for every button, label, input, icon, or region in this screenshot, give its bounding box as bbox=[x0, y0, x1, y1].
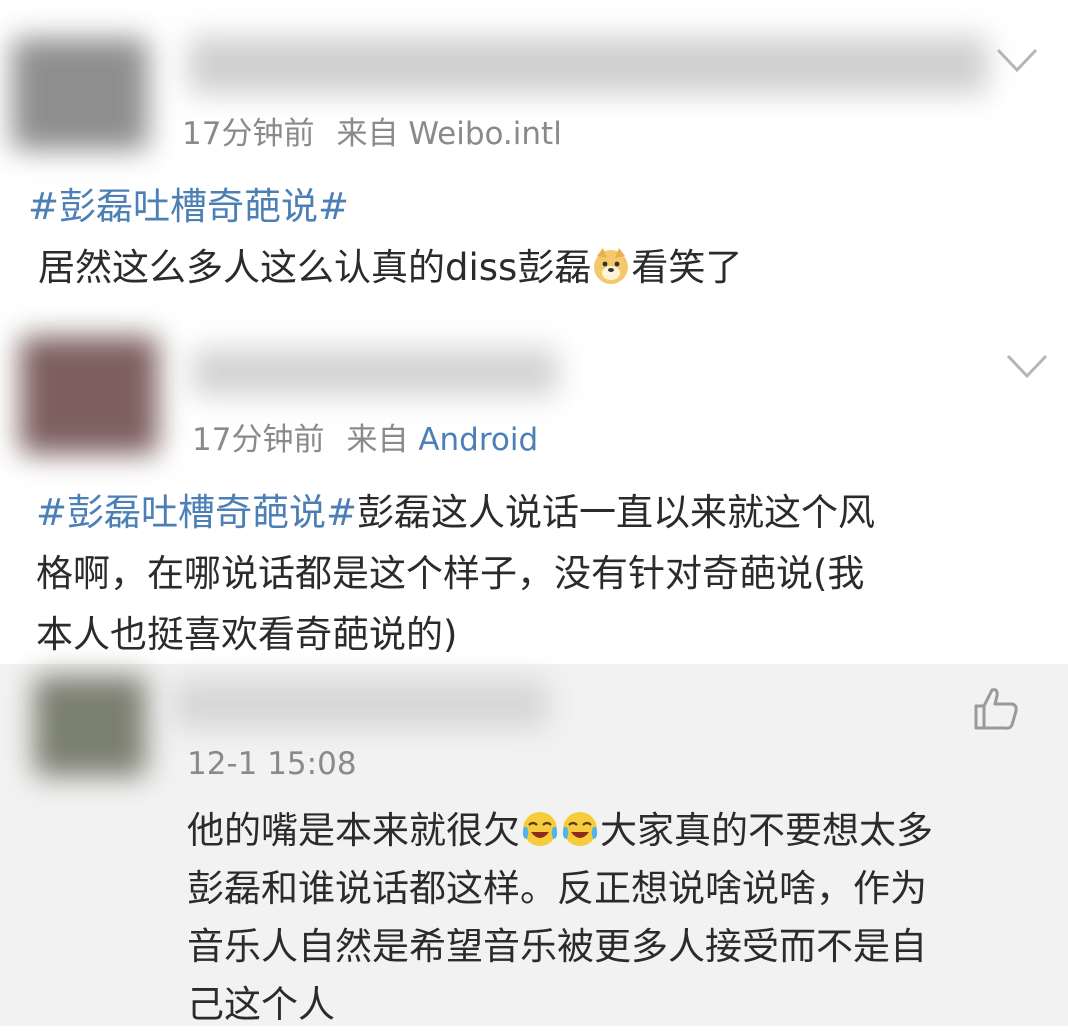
source-link[interactable]: Android bbox=[418, 422, 538, 458]
post-meta: 17分钟前 来自 Weibo.intl bbox=[182, 108, 562, 153]
hashtag-link[interactable]: #彭磊吐槽奇葩说# bbox=[36, 491, 357, 534]
text-segment: 看笑了 bbox=[631, 246, 743, 289]
post-meta: 17分钟前 来自 Android bbox=[192, 414, 538, 459]
avatar[interactable] bbox=[12, 38, 148, 150]
text-line: 音乐人自然是希望音乐被更多人接受而不是自 bbox=[187, 925, 927, 968]
text-line: 本人也挺喜欢看奇葩说的) bbox=[36, 613, 458, 656]
source-name: Weibo.intl bbox=[408, 116, 562, 152]
reply-time: 12-1 15:08 bbox=[187, 746, 357, 782]
comment-text: #彭磊吐槽奇葩说# 居然这么多人这么认真的diss彭磊 看笑了 bbox=[28, 176, 1048, 298]
chevron-down-icon[interactable] bbox=[996, 46, 1038, 76]
text-segment: 他的嘴是本来就很欠 bbox=[187, 809, 520, 852]
chevron-down-icon[interactable] bbox=[1006, 352, 1048, 382]
comment-text: #彭磊吐槽奇葩说#彭磊这人说话一直以来就这个风 格啊，在哪说话都是这个样子，没有… bbox=[36, 482, 1056, 665]
source-prefix: 来自 bbox=[336, 116, 399, 152]
laugh-cry-emoji-icon bbox=[560, 808, 600, 848]
username-blurred[interactable] bbox=[188, 36, 988, 94]
post-time: 17分钟前 bbox=[182, 116, 315, 152]
username-blurred[interactable] bbox=[192, 348, 558, 396]
text-line: 彭磊和谁说话都这样。反正想说啥说啥，作为 bbox=[187, 867, 927, 910]
doge-emoji-icon bbox=[591, 243, 631, 284]
laugh-cry-emoji-icon bbox=[520, 808, 560, 848]
reply-username-blurred[interactable] bbox=[174, 680, 548, 728]
reply-text: 他的嘴是本来就很欠 大家真的不要想太多 彭磊和谁说话都这样。反正想说啥说啥，作为 … bbox=[187, 802, 1047, 1034]
reply-avatar[interactable] bbox=[34, 676, 146, 776]
like-thumb-icon[interactable] bbox=[972, 686, 1020, 732]
text-line: 格啊，在哪说话都是这个样子，没有针对奇葩说(我 bbox=[36, 552, 865, 595]
text-line: 己这个人 bbox=[187, 983, 335, 1026]
text-segment: 居然这么多人这么认真的diss彭磊 bbox=[38, 246, 592, 289]
avatar[interactable] bbox=[20, 336, 158, 454]
text-segment: 大家真的不要想太多 bbox=[600, 809, 933, 852]
hashtag-link[interactable]: #彭磊吐槽奇葩说# bbox=[28, 185, 349, 228]
source-prefix: 来自 bbox=[346, 422, 409, 458]
text-line: 彭磊这人说话一直以来就这个风 bbox=[357, 491, 876, 534]
post-time: 17分钟前 bbox=[192, 422, 325, 458]
